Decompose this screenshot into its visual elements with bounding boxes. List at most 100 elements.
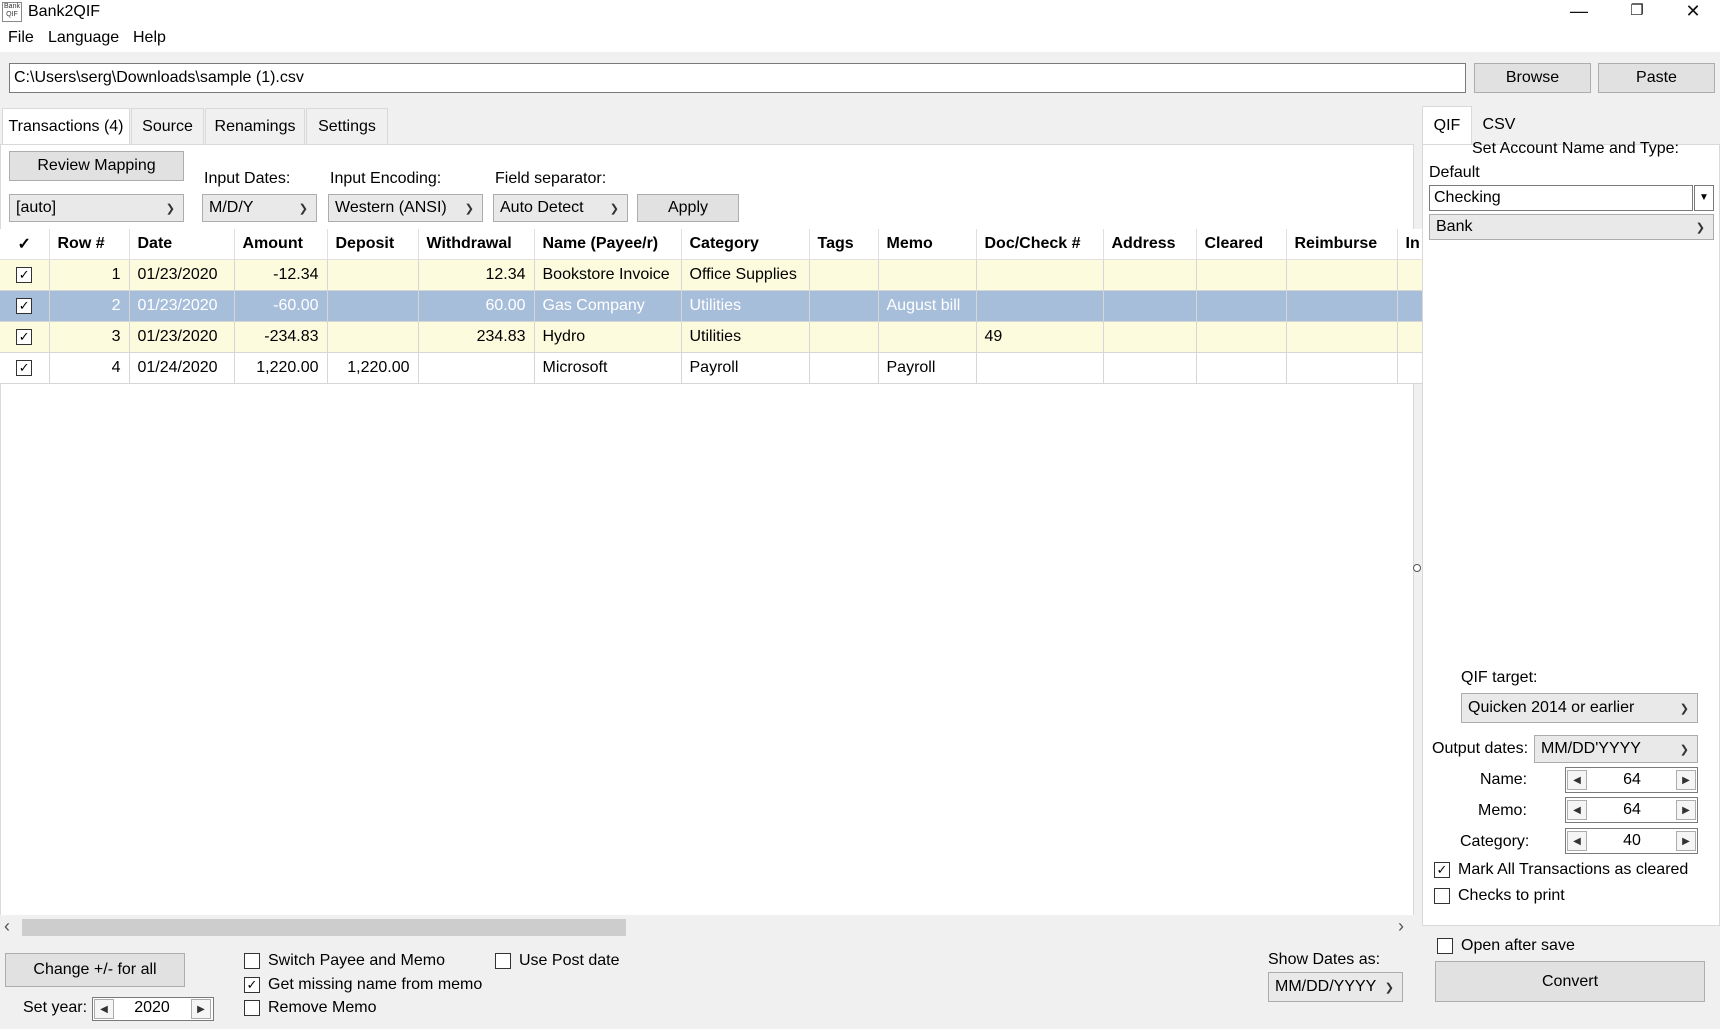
output-dates-select[interactable]: MM/DD'YYYY ❯: [1534, 735, 1698, 763]
cell-date[interactable]: 01/24/2020: [129, 352, 235, 384]
cell-row[interactable]: 4: [49, 352, 130, 384]
row-checkbox-cell[interactable]: ✓: [0, 290, 50, 322]
row-checkbox[interactable]: ✓: [16, 328, 33, 345]
row-checkbox-cell[interactable]: ✓: [0, 321, 50, 353]
tab-transactions[interactable]: Transactions (4): [2, 108, 130, 144]
row-checkbox[interactable]: ✓: [16, 359, 33, 376]
row-checkbox[interactable]: ✓: [16, 297, 33, 314]
cell-cleared[interactable]: [1196, 321, 1287, 353]
get-missing-name-checkbox[interactable]: ✓: [244, 977, 260, 993]
input-encoding-select[interactable]: Western (ANSI) ❯: [328, 194, 483, 222]
account-name-dropdown-icon[interactable]: ▼: [1694, 185, 1714, 211]
horizontal-scrollbar[interactable]: ‹ ›: [0, 915, 1414, 939]
column-header-check[interactable]: ✓: [0, 229, 50, 260]
cell-category[interactable]: Utilities: [681, 290, 810, 322]
menu-file[interactable]: File: [8, 29, 34, 47]
column-header-reimburse[interactable]: Reimburse: [1286, 229, 1398, 260]
column-header-withdrawal[interactable]: Withdrawal: [418, 229, 535, 260]
cell-amount[interactable]: -60.00: [234, 290, 328, 322]
show-dates-select[interactable]: MM/DD/YYYY ❯: [1268, 972, 1403, 1002]
remove-memo-checkbox[interactable]: [244, 1000, 260, 1016]
tab-source[interactable]: Source: [131, 108, 204, 144]
account-type-select[interactable]: Bank ❯: [1429, 214, 1714, 240]
cell-tags[interactable]: [809, 290, 879, 322]
open-after-save-checkbox[interactable]: [1437, 938, 1453, 954]
memo-length-value[interactable]: 64: [1590, 801, 1674, 819]
cell-amount[interactable]: 1,220.00: [234, 352, 328, 384]
splitter-handle[interactable]: [1413, 564, 1421, 572]
review-mapping-button[interactable]: Review Mapping: [9, 151, 184, 181]
cell-row[interactable]: 1: [49, 259, 130, 291]
cell-doc[interactable]: [976, 259, 1104, 291]
cell-name[interactable]: Microsoft: [534, 352, 682, 384]
memo-length-stepper[interactable]: ◀ 64 ▶: [1565, 797, 1698, 823]
cell-withdrawal[interactable]: 234.83: [418, 321, 535, 353]
cell-name[interactable]: Bookstore Invoice: [534, 259, 682, 291]
column-header-category[interactable]: Category: [681, 229, 810, 260]
menu-language[interactable]: Language: [48, 29, 119, 47]
cell-date[interactable]: 01/23/2020: [129, 321, 235, 353]
scrollbar-thumb[interactable]: [22, 919, 626, 936]
cell-tags[interactable]: [809, 352, 879, 384]
cell-date[interactable]: 01/23/2020: [129, 259, 235, 291]
cell-name[interactable]: Gas Company: [534, 290, 682, 322]
cell-deposit[interactable]: 1,220.00: [327, 352, 419, 384]
cell-address[interactable]: [1103, 259, 1197, 291]
menu-help[interactable]: Help: [133, 29, 166, 47]
set-year-stepper[interactable]: ◀ 2020 ▶: [92, 997, 214, 1021]
cell-category[interactable]: Payroll: [681, 352, 810, 384]
table-row[interactable]: ✓ 4 01/24/2020 1,220.00 1,220.00 Microsoft Pay…: [0, 352, 1429, 384]
column-header-tags[interactable]: Tags: [809, 229, 879, 260]
cell-category[interactable]: Office Supplies: [681, 259, 810, 291]
cell-memo[interactable]: [878, 321, 977, 353]
cell-cleared[interactable]: [1196, 352, 1287, 384]
name-length-stepper[interactable]: ◀ 64 ▶: [1565, 767, 1698, 793]
field-separator-select[interactable]: Auto Detect ❯: [493, 194, 628, 222]
cell-amount[interactable]: -12.34: [234, 259, 328, 291]
cell-row[interactable]: 3: [49, 321, 130, 353]
apply-button[interactable]: Apply: [637, 194, 739, 222]
cell-doc[interactable]: [976, 290, 1104, 322]
table-row[interactable]: ✓ 2 01/23/2020 -60.00 60.00 Gas Company Utilit…: [0, 290, 1429, 322]
tab-qif[interactable]: QIF: [1422, 106, 1472, 144]
decrement-icon[interactable]: ◀: [94, 999, 114, 1019]
column-header-doc-check[interactable]: Doc/Check #: [976, 229, 1104, 260]
input-dates-select[interactable]: M/D/Y ❯: [202, 194, 317, 222]
close-button[interactable]: ✕: [1664, 0, 1720, 24]
cell-tags[interactable]: [809, 259, 879, 291]
cell-deposit[interactable]: [327, 259, 419, 291]
cell-address[interactable]: [1103, 290, 1197, 322]
increment-icon[interactable]: ▶: [1676, 770, 1696, 790]
minimize-button[interactable]: —: [1550, 0, 1608, 24]
category-length-stepper[interactable]: ◀ 40 ▶: [1565, 828, 1698, 854]
cell-amount[interactable]: -234.83: [234, 321, 328, 353]
decrement-icon[interactable]: ◀: [1567, 831, 1587, 851]
cell-name[interactable]: Hydro: [534, 321, 682, 353]
category-length-value[interactable]: 40: [1590, 832, 1674, 850]
decrement-icon[interactable]: ◀: [1567, 770, 1587, 790]
qif-target-select[interactable]: Quicken 2014 or earlier ❯: [1461, 693, 1698, 723]
change-sign-button[interactable]: Change +/- for all: [5, 953, 185, 987]
cell-withdrawal[interactable]: [418, 352, 535, 384]
paste-button[interactable]: Paste: [1598, 63, 1715, 93]
use-post-date-checkbox[interactable]: [495, 953, 511, 969]
cell-reimburse[interactable]: [1286, 321, 1398, 353]
browse-button[interactable]: Browse: [1474, 63, 1591, 93]
cell-category[interactable]: Utilities: [681, 321, 810, 353]
cell-doc[interactable]: [976, 352, 1104, 384]
cell-memo[interactable]: Payroll: [878, 352, 977, 384]
file-path-input[interactable]: C:\Users\serg\Downloads\sample (1).csv: [9, 63, 1466, 93]
table-row[interactable]: ✓ 3 01/23/2020 -234.83 234.83 Hydro Utilities 4…: [0, 321, 1429, 353]
checks-to-print-checkbox[interactable]: [1434, 888, 1450, 904]
column-header-address[interactable]: Address: [1103, 229, 1197, 260]
column-header-date[interactable]: Date: [129, 229, 235, 260]
convert-button[interactable]: Convert: [1435, 961, 1705, 1002]
increment-icon[interactable]: ▶: [1676, 800, 1696, 820]
row-checkbox-cell[interactable]: ✓: [0, 352, 50, 384]
tab-csv[interactable]: CSV: [1473, 106, 1525, 144]
cell-withdrawal[interactable]: 60.00: [418, 290, 535, 322]
cell-cleared[interactable]: [1196, 259, 1287, 291]
column-header-amount[interactable]: Amount: [234, 229, 328, 260]
cell-tags[interactable]: [809, 321, 879, 353]
scroll-left-icon[interactable]: ‹: [4, 916, 10, 937]
